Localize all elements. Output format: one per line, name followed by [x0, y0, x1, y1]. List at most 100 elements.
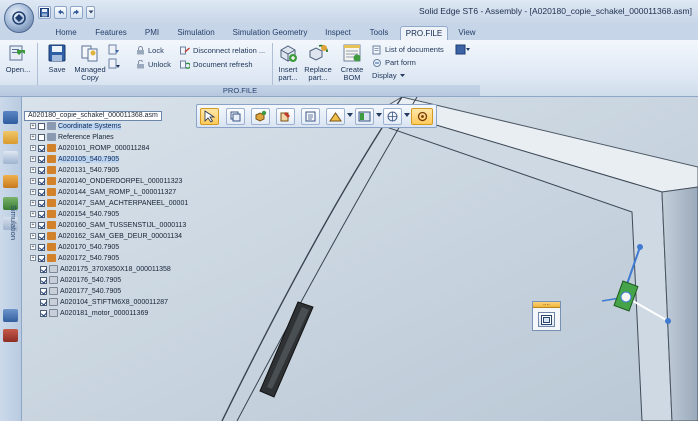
tree-item[interactable]: + A020144_SAM_ROMP_L_000011327 — [30, 187, 176, 198]
visibility-checkbox[interactable] — [38, 243, 45, 251]
create-bom-button[interactable]: Create BOM — [338, 42, 366, 82]
select-box-icon[interactable] — [226, 108, 245, 125]
visibility-checkbox[interactable] — [38, 166, 45, 174]
visibility-checkbox[interactable] — [38, 177, 45, 185]
visibility-checkbox[interactable] — [38, 188, 45, 196]
customize-icon[interactable] — [86, 5, 95, 19]
steering-wheel-dropdown[interactable] — [404, 113, 410, 117]
expand-icon[interactable]: + — [30, 244, 36, 251]
part-form-button[interactable]: Part form — [372, 57, 416, 68]
feature-library-icon[interactable] — [3, 175, 18, 188]
expand-icon[interactable]: + — [30, 200, 36, 207]
visibility-checkbox[interactable] — [38, 210, 45, 218]
expand-icon[interactable]: + — [30, 156, 36, 163]
layers-icon[interactable] — [3, 151, 18, 164]
replace-part-button[interactable]: Replace part... — [303, 42, 333, 82]
expand-icon[interactable]: + — [30, 233, 36, 240]
properties-panel-icon[interactable] — [3, 309, 18, 322]
save-button[interactable]: Save — [45, 42, 69, 74]
tree-item[interactable]: A020104_STIFTM6X8_000011287 — [40, 297, 168, 308]
display-options-dropdown[interactable] — [376, 113, 382, 117]
visibility-checkbox[interactable] — [40, 265, 47, 273]
visibility-checkbox[interactable] — [40, 287, 47, 295]
tab-simulation-geometry[interactable]: Simulation Geometry — [230, 26, 310, 40]
redo-icon[interactable] — [70, 5, 83, 19]
open-button[interactable]: Open... — [6, 42, 30, 74]
tab-inspect[interactable]: Inspect — [322, 26, 354, 40]
tab-simulation[interactable]: Simulation — [174, 26, 218, 40]
expand-icon[interactable]: + — [30, 123, 36, 130]
display-options-icon[interactable] — [355, 108, 374, 125]
visibility-checkbox[interactable] — [40, 276, 47, 284]
tree-item[interactable]: + A020131_540.7905 — [30, 165, 119, 176]
tree-item-reference-planes[interactable]: + Reference Planes — [30, 132, 114, 143]
managed-copy-options[interactable] — [108, 44, 120, 55]
visibility-checkbox[interactable] — [38, 232, 45, 240]
tree-item[interactable]: A020175_370X850X18_000011358 — [40, 264, 171, 275]
expand-icon[interactable]: + — [30, 134, 36, 141]
selection-filter-icon[interactable] — [411, 108, 433, 125]
tab-view[interactable]: View — [454, 26, 480, 40]
visibility-checkbox[interactable] — [40, 298, 47, 306]
tree-item[interactable]: + A020105_540.7905 — [30, 154, 120, 165]
visibility-checkbox[interactable] — [40, 309, 47, 317]
grid-icon[interactable] — [3, 329, 18, 342]
tree-item-coordinate-systems[interactable]: + Coordinate Systems — [30, 121, 122, 132]
visibility-checkbox[interactable] — [38, 122, 45, 130]
expand-icon[interactable]: + — [30, 222, 36, 229]
list-of-documents-button[interactable]: List of documents — [372, 44, 444, 55]
tab-tools[interactable]: Tools — [366, 26, 392, 40]
select-tool-icon[interactable] — [200, 108, 219, 125]
application-button[interactable] — [4, 3, 34, 33]
tree-item[interactable]: + A020154_540.7905 — [30, 209, 119, 220]
tree-item[interactable]: + A020162_SAM_GEB_DEUR_00001134 — [30, 231, 182, 242]
visibility-checkbox[interactable] — [38, 199, 45, 207]
unlock-button[interactable]: Unlock — [136, 59, 171, 70]
view-options-icon[interactable] — [326, 108, 345, 125]
tab-features[interactable]: Features — [93, 26, 129, 40]
expand-icon[interactable]: + — [30, 178, 36, 185]
mini-toolbar-grip[interactable]: .... — [533, 301, 560, 308]
tree-item[interactable]: + A020140_ONDERDORPEL_000011323 — [30, 176, 182, 187]
tree-item[interactable]: A020177_540.7905 — [40, 286, 121, 297]
tab-pmi[interactable]: PMI — [142, 26, 162, 40]
tab-profile[interactable]: PRO.FILE — [400, 26, 448, 40]
managed-copy-button[interactable]: Managed Copy — [73, 42, 107, 82]
tree-item[interactable]: + A020170_540.7905 — [30, 242, 119, 253]
display-dropdown[interactable]: Display — [372, 70, 405, 81]
visibility-checkbox[interactable] — [38, 254, 45, 262]
tree-item[interactable]: + A020160_SAM_TUSSENSTIJL_0000113 — [30, 220, 186, 231]
visibility-checkbox[interactable] — [38, 144, 45, 152]
tree-item[interactable]: A020181_motor_000011369 — [40, 308, 148, 319]
edit-definition-icon[interactable] — [276, 108, 295, 125]
lock-button[interactable]: Lock — [136, 45, 164, 56]
undo-icon[interactable] — [54, 5, 67, 19]
save-icon[interactable] — [38, 5, 51, 19]
disconnect-relation-button[interactable]: Disconnect relation ... — [180, 45, 265, 56]
insert-part-button[interactable]: Insert part... — [275, 42, 301, 82]
parts-library-icon[interactable] — [3, 131, 18, 144]
view-options-dropdown[interactable] — [347, 113, 353, 117]
frame-icon[interactable] — [538, 312, 555, 327]
document-refresh-button[interactable]: Document refresh — [180, 59, 253, 70]
part-add-icon[interactable] — [251, 108, 270, 125]
tree-item[interactable]: A020176_540.7905 — [40, 275, 121, 286]
tree-item[interactable]: + A020101_ROMP_000011284 — [30, 143, 149, 154]
managed-copy-dropdown[interactable] — [108, 58, 120, 69]
visibility-checkbox[interactable] — [38, 155, 45, 163]
expand-icon[interactable]: + — [30, 145, 36, 152]
pathfinder-tab-icon[interactable] — [3, 111, 18, 124]
extra-options-button[interactable] — [455, 44, 471, 55]
steering-wheel-icon[interactable] — [383, 108, 402, 125]
visibility-checkbox[interactable] — [38, 221, 45, 229]
properties-icon[interactable] — [301, 108, 320, 125]
tab-home[interactable]: Home — [52, 26, 80, 40]
expand-icon[interactable]: + — [30, 211, 36, 218]
tree-item[interactable]: + A020172_540.7905 — [30, 253, 119, 264]
expand-icon[interactable]: + — [30, 255, 36, 262]
expand-icon[interactable]: + — [30, 167, 36, 174]
tree-item[interactable]: + A020147_SAM_ACHTERPANEEL_00001 — [30, 198, 188, 209]
simulation-vertical-tab[interactable]: Simulation — [4, 205, 18, 240]
tree-root[interactable]: A020180_copie_schakel_000011368.asm — [24, 111, 162, 121]
expand-icon[interactable]: + — [30, 189, 36, 196]
